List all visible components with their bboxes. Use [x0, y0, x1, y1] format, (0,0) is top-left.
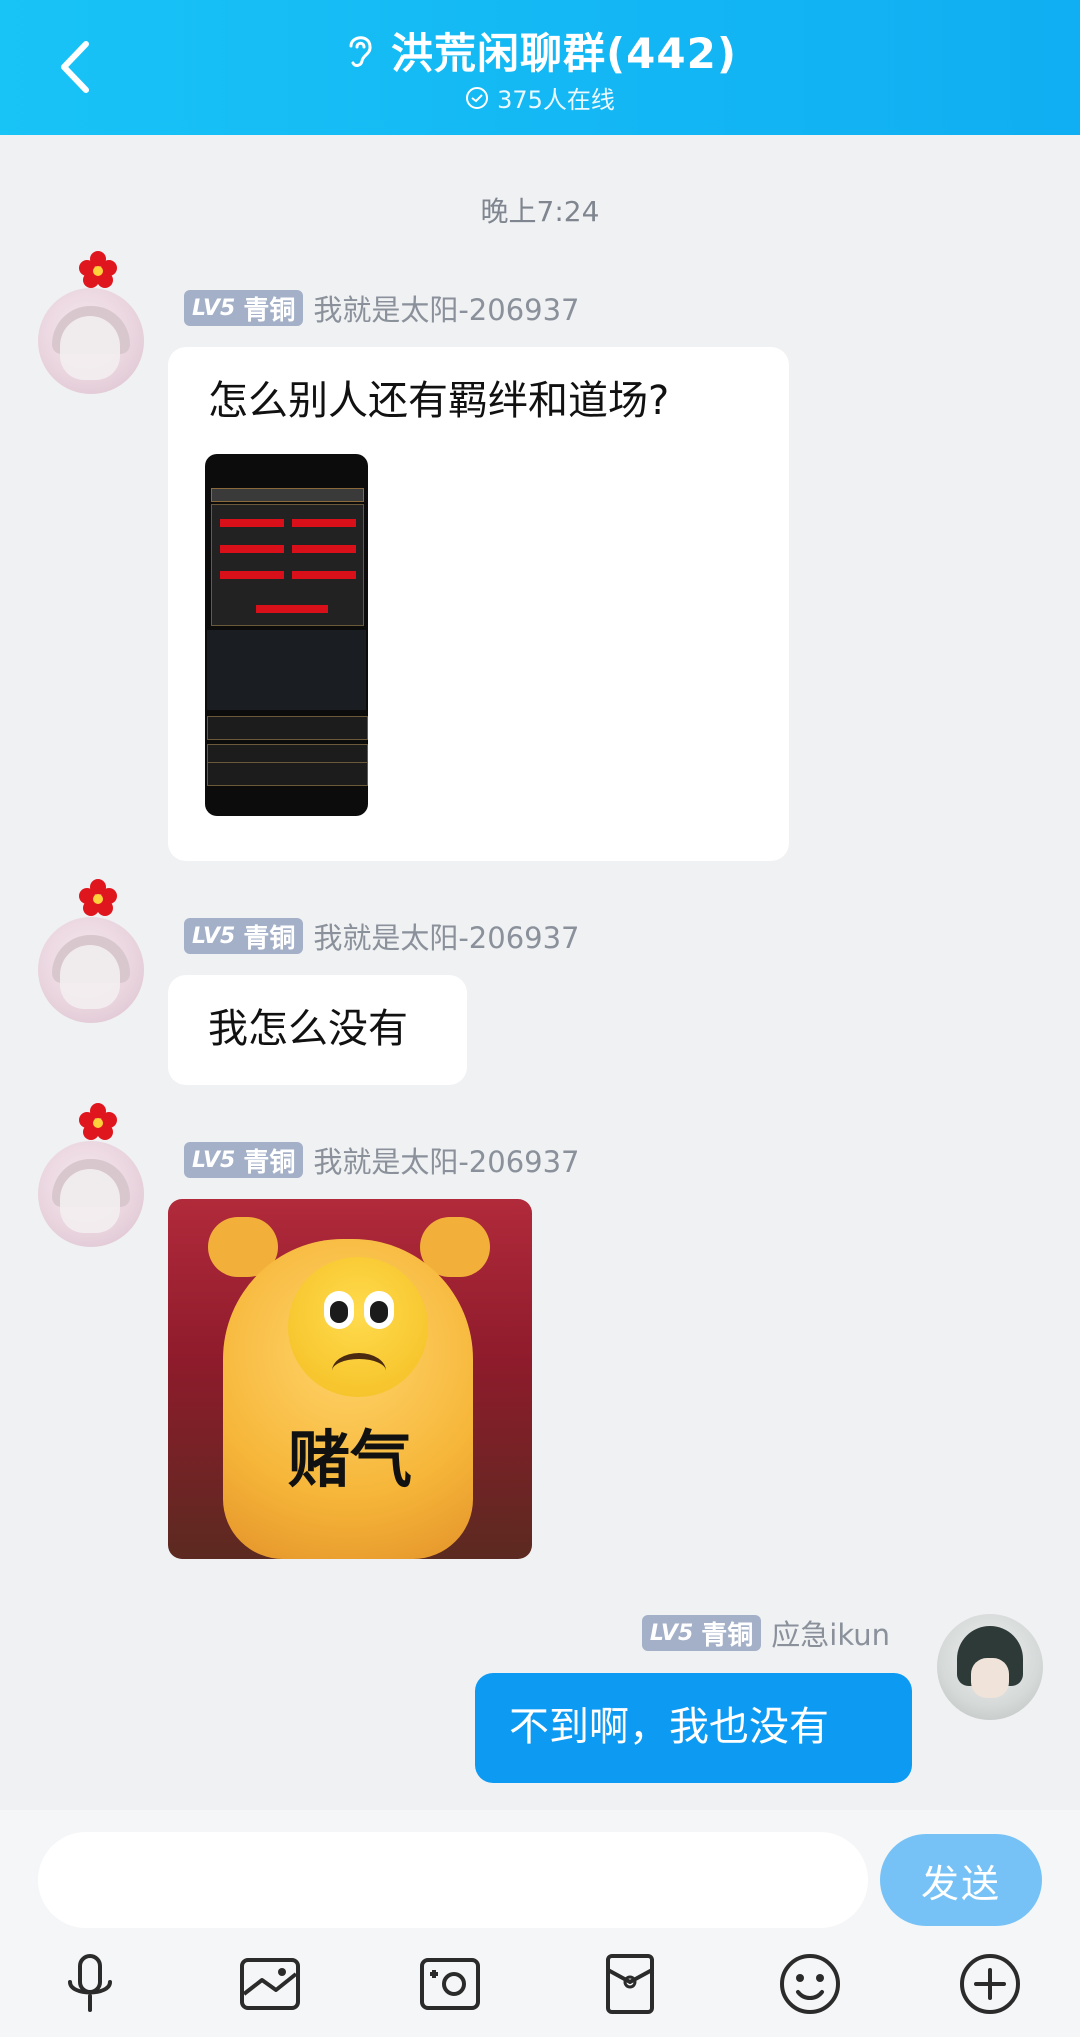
message-text: 不到啊，我也没有: [509, 1704, 829, 1750]
flower-icon: [79, 879, 117, 916]
online-count: 375人在线: [497, 86, 615, 114]
ear-icon: [349, 36, 372, 67]
sender-name[interactable]: 我就是太阳-206937: [313, 1139, 579, 1181]
message-timestamp: 晚上7:24: [480, 195, 600, 228]
attached-screenshot-image[interactable]: [205, 454, 368, 816]
red-packet-icon[interactable]: [596, 1950, 664, 2018]
avatar[interactable]: [38, 917, 144, 1023]
level-badge: LV5 青铜: [641, 1615, 762, 1651]
send-button[interactable]: 发送: [880, 1834, 1042, 1926]
plus-icon[interactable]: [956, 1950, 1024, 2018]
check-circle-icon: [466, 86, 489, 109]
message-input[interactable]: [38, 1832, 868, 1928]
level-badge: LV5 青铜: [184, 1142, 304, 1178]
input-bar: 发送: [0, 1810, 1080, 2037]
flower-icon: [79, 1103, 117, 1140]
flower-icon: [79, 251, 117, 288]
sender-name[interactable]: 我就是太阳-206937: [313, 915, 579, 957]
sender-name[interactable]: 应急ikun: [771, 1612, 890, 1654]
voice-icon[interactable]: [56, 1950, 124, 2018]
sad-face-icon: [288, 1257, 428, 1397]
sender-name[interactable]: 我就是太阳-206937: [313, 287, 579, 329]
camera-icon[interactable]: [416, 1950, 484, 2018]
avatar[interactable]: [38, 1141, 144, 1247]
avatar[interactable]: [38, 288, 144, 394]
message-bubble[interactable]: 不到啊，我也没有: [475, 1673, 912, 1783]
level-badge: LV5 青铜: [184, 290, 304, 326]
sticker-caption: 赌气: [287, 1423, 412, 1496]
emoji-icon[interactable]: [776, 1950, 844, 2018]
level-badge: LV5 青铜: [184, 918, 304, 954]
message-bubble[interactable]: 我怎么没有: [168, 975, 467, 1085]
message-text: 我怎么没有: [208, 1006, 408, 1052]
message-text: 怎么别人还有羁绊和道场?: [208, 378, 670, 424]
toolbar: [0, 1950, 1080, 2030]
chat-header: 洪荒闲聊群(442) 375人在线: [0, 0, 1080, 135]
sticker-image[interactable]: 赌气: [168, 1199, 532, 1559]
group-title[interactable]: 洪荒闲聊群(442): [391, 20, 737, 81]
image-icon[interactable]: [236, 1950, 304, 2018]
avatar[interactable]: [937, 1614, 1043, 1720]
